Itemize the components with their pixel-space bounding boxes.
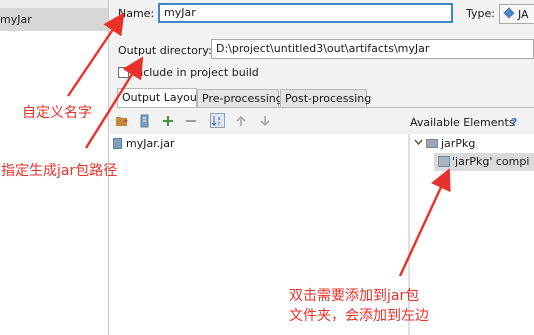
- name-arrow: [67, 12, 125, 97]
- annotation-double-click-line2: 文件夹，会添加到左边: [289, 308, 429, 324]
- annotation-double-click-line1: 双击需要添加到jar包: [289, 288, 420, 304]
- annotation-path-note: 指定生成jar包路径: [1, 163, 118, 179]
- annotation-name-note: 自定义名字: [22, 105, 92, 121]
- double-click-arrow: [398, 168, 451, 277]
- path-arrow: [84, 56, 144, 149]
